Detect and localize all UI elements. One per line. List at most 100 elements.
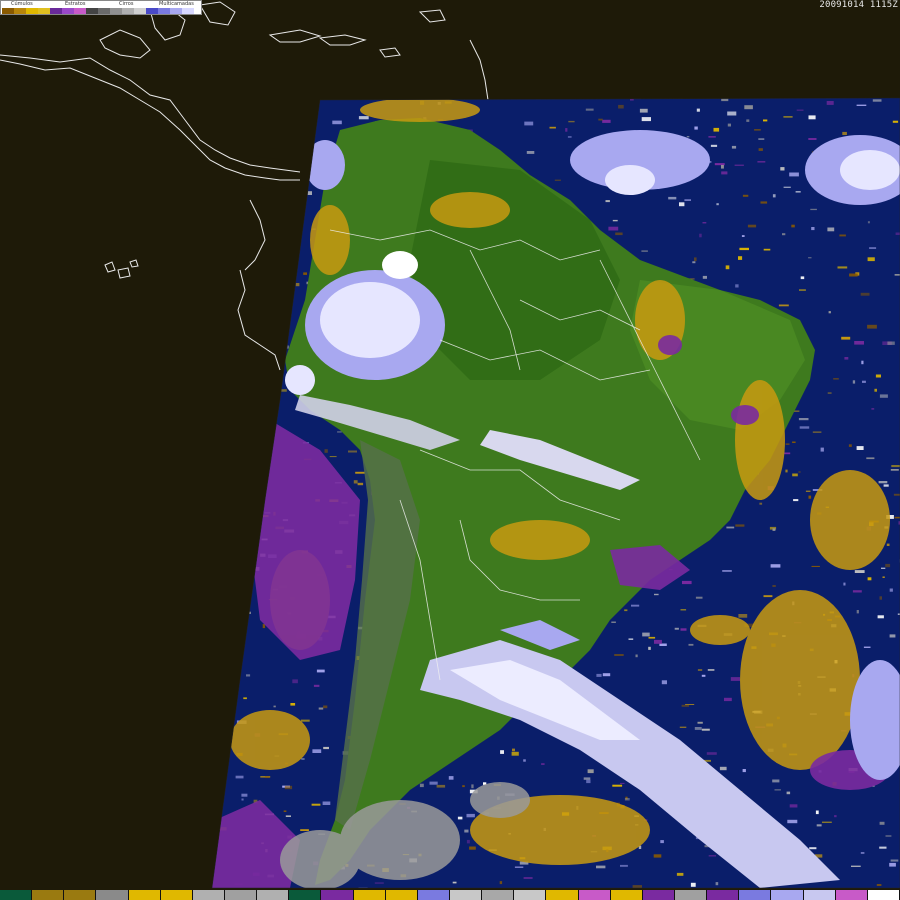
cloud-speck [731, 145, 737, 149]
cloud-speck [654, 639, 662, 644]
cloud-speck [694, 727, 702, 730]
cloud-speck [300, 719, 310, 722]
cloud-speck [312, 749, 322, 753]
cloud-speck [642, 632, 650, 637]
cloud-speck [894, 516, 900, 519]
cloud-speck [799, 289, 806, 291]
legend-swatch [182, 8, 194, 14]
cloud-speck [332, 120, 342, 125]
cloud-speck [694, 257, 697, 262]
cloud-speck [702, 275, 707, 279]
cloud-speck [541, 763, 545, 765]
cloud-speck [727, 111, 737, 116]
cloud-speck [469, 846, 476, 850]
cloud-speck [694, 126, 698, 130]
cloud-speck [624, 798, 630, 801]
legend-label-cumulus: Cúmulos [11, 1, 33, 7]
cloud-speck [303, 272, 307, 275]
cloud-speck [772, 585, 776, 587]
cloud-speck [697, 721, 703, 724]
cloud-speck [285, 815, 291, 817]
color-bar-swatch [482, 890, 515, 900]
cloud-speck [784, 452, 791, 455]
cloud-speck [867, 577, 872, 581]
color-bar-swatch [771, 890, 804, 900]
cloud-speck [337, 431, 342, 433]
cloud-speck [695, 596, 703, 599]
cloud-speck [631, 604, 640, 607]
cloud-speck [791, 224, 795, 228]
cloud-speck [680, 609, 687, 611]
cloud-speck [301, 758, 305, 760]
cloud-speck [890, 859, 899, 862]
cloud-speck [358, 116, 369, 120]
cloud-speck [681, 704, 689, 707]
cloud-speck [893, 493, 900, 496]
cloud-speck [799, 426, 810, 429]
color-bar-swatch [353, 890, 386, 900]
cloud-speck [499, 881, 503, 885]
color-bar-swatch [321, 890, 354, 900]
legend-swatch [122, 8, 134, 14]
cloud-speck [714, 163, 725, 166]
cloud-speck [620, 864, 628, 867]
cloud-speck [757, 161, 766, 163]
cloud-speck [808, 115, 816, 120]
color-bar-swatch [32, 890, 65, 900]
cloud-speck [353, 480, 358, 484]
cloud-speck [798, 418, 809, 421]
cloud-speck [738, 256, 743, 260]
cloud-speck [596, 865, 606, 869]
cloud-speck [264, 776, 270, 779]
cloud-speck [852, 380, 856, 384]
cloud-speck [707, 669, 715, 671]
cloud-speck [727, 123, 731, 127]
cloud-speck [660, 840, 664, 844]
cloud-speck [734, 164, 744, 166]
cloud-speck [890, 469, 899, 471]
cloud-speck [682, 580, 692, 585]
cloud-speck [313, 684, 320, 687]
cloud-speck [725, 265, 730, 270]
cloud-speck [886, 543, 890, 546]
cloud-speck [808, 138, 817, 140]
cloud-speck [839, 234, 846, 237]
cloud-speck [565, 128, 568, 132]
cloud-speck [758, 148, 763, 151]
cloud-speck [329, 456, 337, 458]
cloud-speck [630, 99, 634, 101]
cloud-speck [741, 235, 745, 237]
cloud-speck [318, 707, 324, 710]
cloud-speck [772, 194, 776, 198]
color-bar-swatch [257, 890, 290, 900]
cloud-speck [596, 673, 602, 677]
cloud-speck [641, 250, 648, 252]
legend-label-stratus: Estratos [65, 1, 86, 7]
cloud-speck [849, 273, 858, 277]
cloud-speck [524, 121, 534, 126]
color-bar-swatch [707, 890, 740, 900]
legend-swatch [86, 8, 98, 14]
cloud-speck [881, 567, 886, 569]
cloud-speck [635, 654, 638, 658]
cloud-speck [811, 227, 815, 231]
cloud-speck [246, 674, 251, 677]
cloud-speck [448, 776, 454, 780]
cloud-speck [879, 596, 882, 600]
cloud-speck [679, 726, 687, 728]
cloud-speck [874, 388, 877, 392]
color-bar-swatch [192, 890, 225, 900]
color-bar-swatch [610, 890, 643, 900]
cloud-speck [887, 341, 895, 345]
cloud-speck [357, 482, 364, 486]
cloud-speck [843, 582, 846, 586]
cloud-speck [778, 304, 789, 307]
cloud-speck [690, 882, 696, 887]
color-bar-swatch [160, 890, 193, 900]
cloud-speck [686, 136, 690, 138]
cloud-speck [284, 785, 293, 790]
cloud-speck [554, 179, 561, 181]
cloud-speck [726, 526, 735, 529]
cloud-speck [716, 203, 719, 206]
cloud-speck [867, 324, 877, 329]
